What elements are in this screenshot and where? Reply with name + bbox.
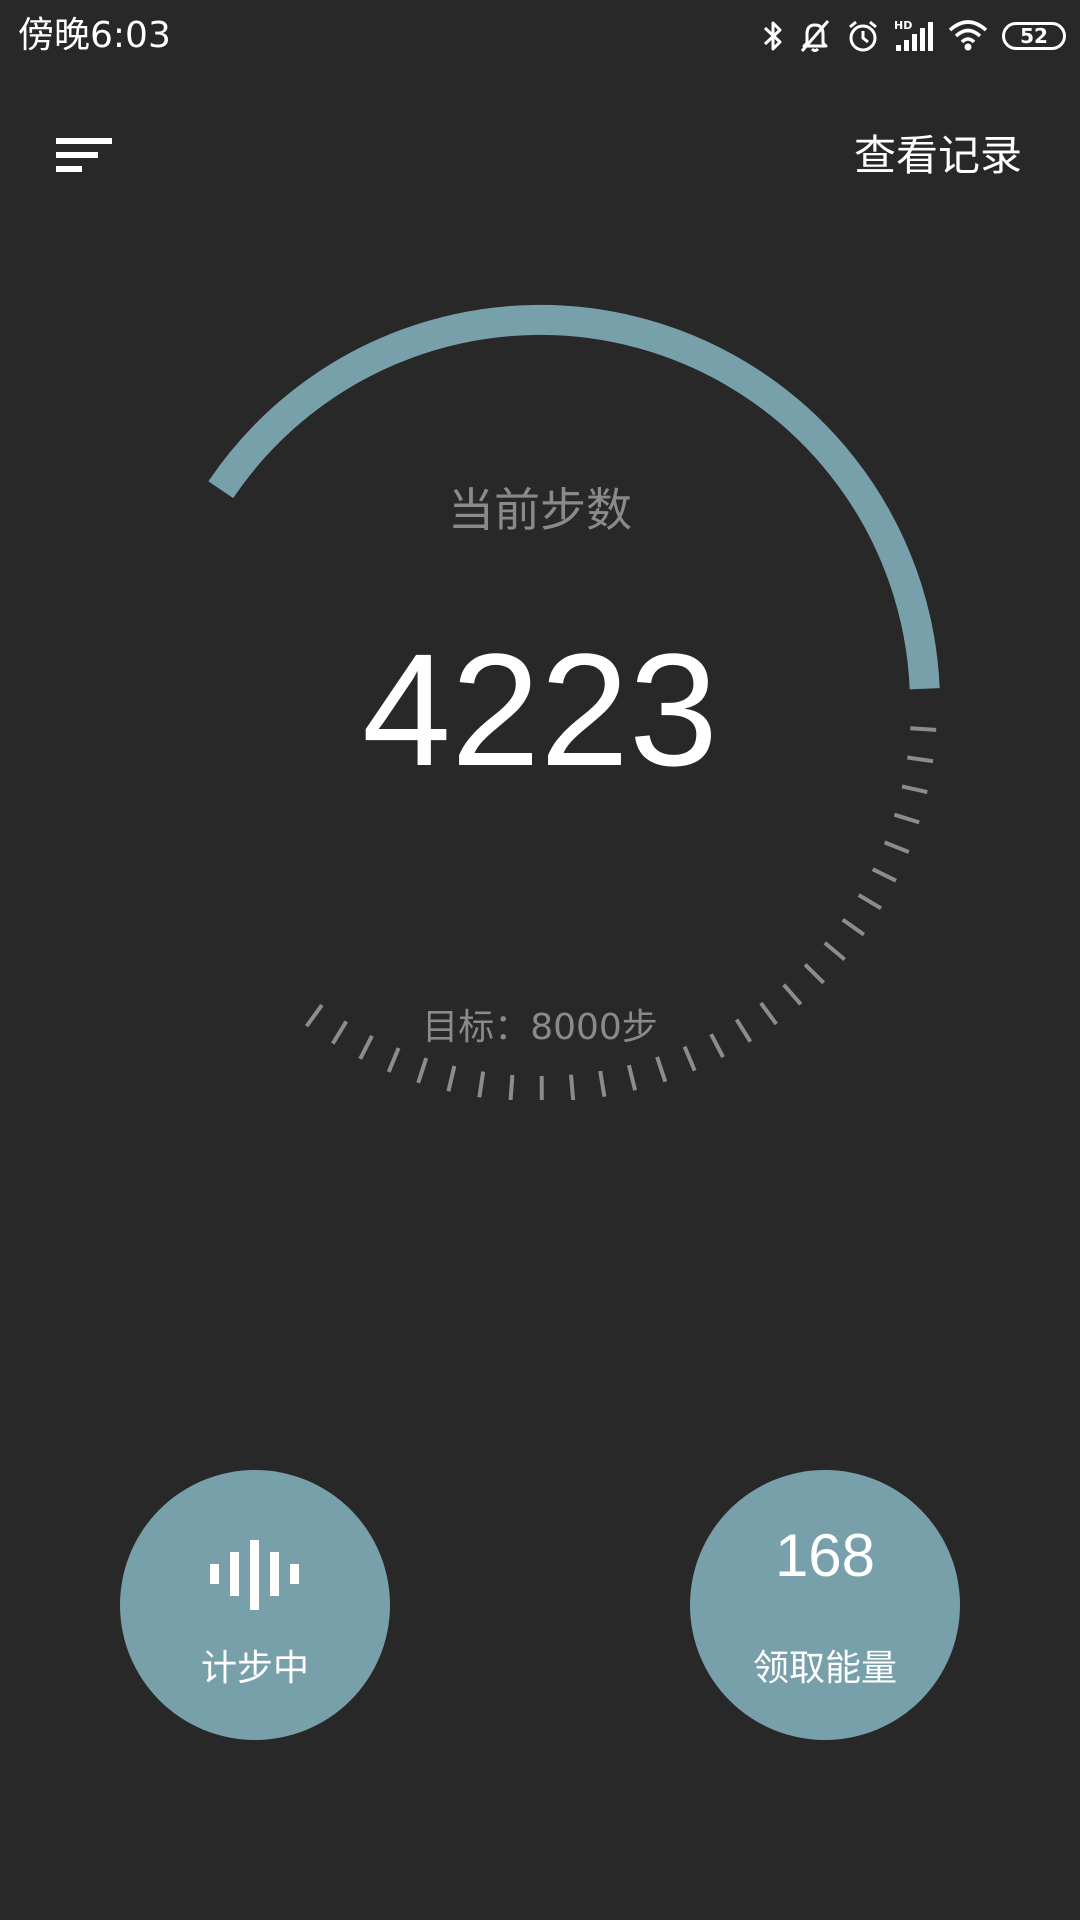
gauge-tick: [893, 812, 920, 825]
gauge-tick: [857, 893, 883, 911]
gauge-tick: [508, 1074, 515, 1102]
step-counting-button[interactable]: 计步中: [120, 1470, 390, 1740]
step-counting-label: 计步中: [200, 1648, 309, 1689]
gauge-tick: [782, 983, 803, 1006]
step-gauge: 当前步数 4223 目标：8000步: [0, 0, 1080, 1103]
gauge-tick: [416, 1057, 429, 1084]
gauge-tick: [598, 1070, 607, 1098]
gauge-tick: [803, 963, 826, 985]
collect-energy-button[interactable]: 168 领取能量: [690, 1470, 960, 1740]
gauge-tick: [841, 917, 866, 937]
gauge-tick: [626, 1064, 638, 1091]
gauge-tick: [655, 1056, 668, 1083]
collect-energy-label: 领取能量: [752, 1648, 897, 1689]
gauge-tick: [871, 867, 897, 883]
gauge-ring: [208, 304, 940, 1103]
gauge-tick: [883, 840, 910, 854]
energy-value: 168: [774, 1522, 876, 1589]
step-goal: 目标：8000步: [422, 1007, 658, 1048]
gauge-tick: [569, 1074, 576, 1101]
gauge-tick: [823, 941, 846, 962]
current-steps-value: 4223: [362, 620, 718, 799]
current-steps-label: 当前步数: [448, 483, 632, 537]
gauge-tick: [446, 1065, 457, 1092]
gauge-tick: [477, 1071, 486, 1098]
sound-wave-icon: [210, 1540, 300, 1612]
